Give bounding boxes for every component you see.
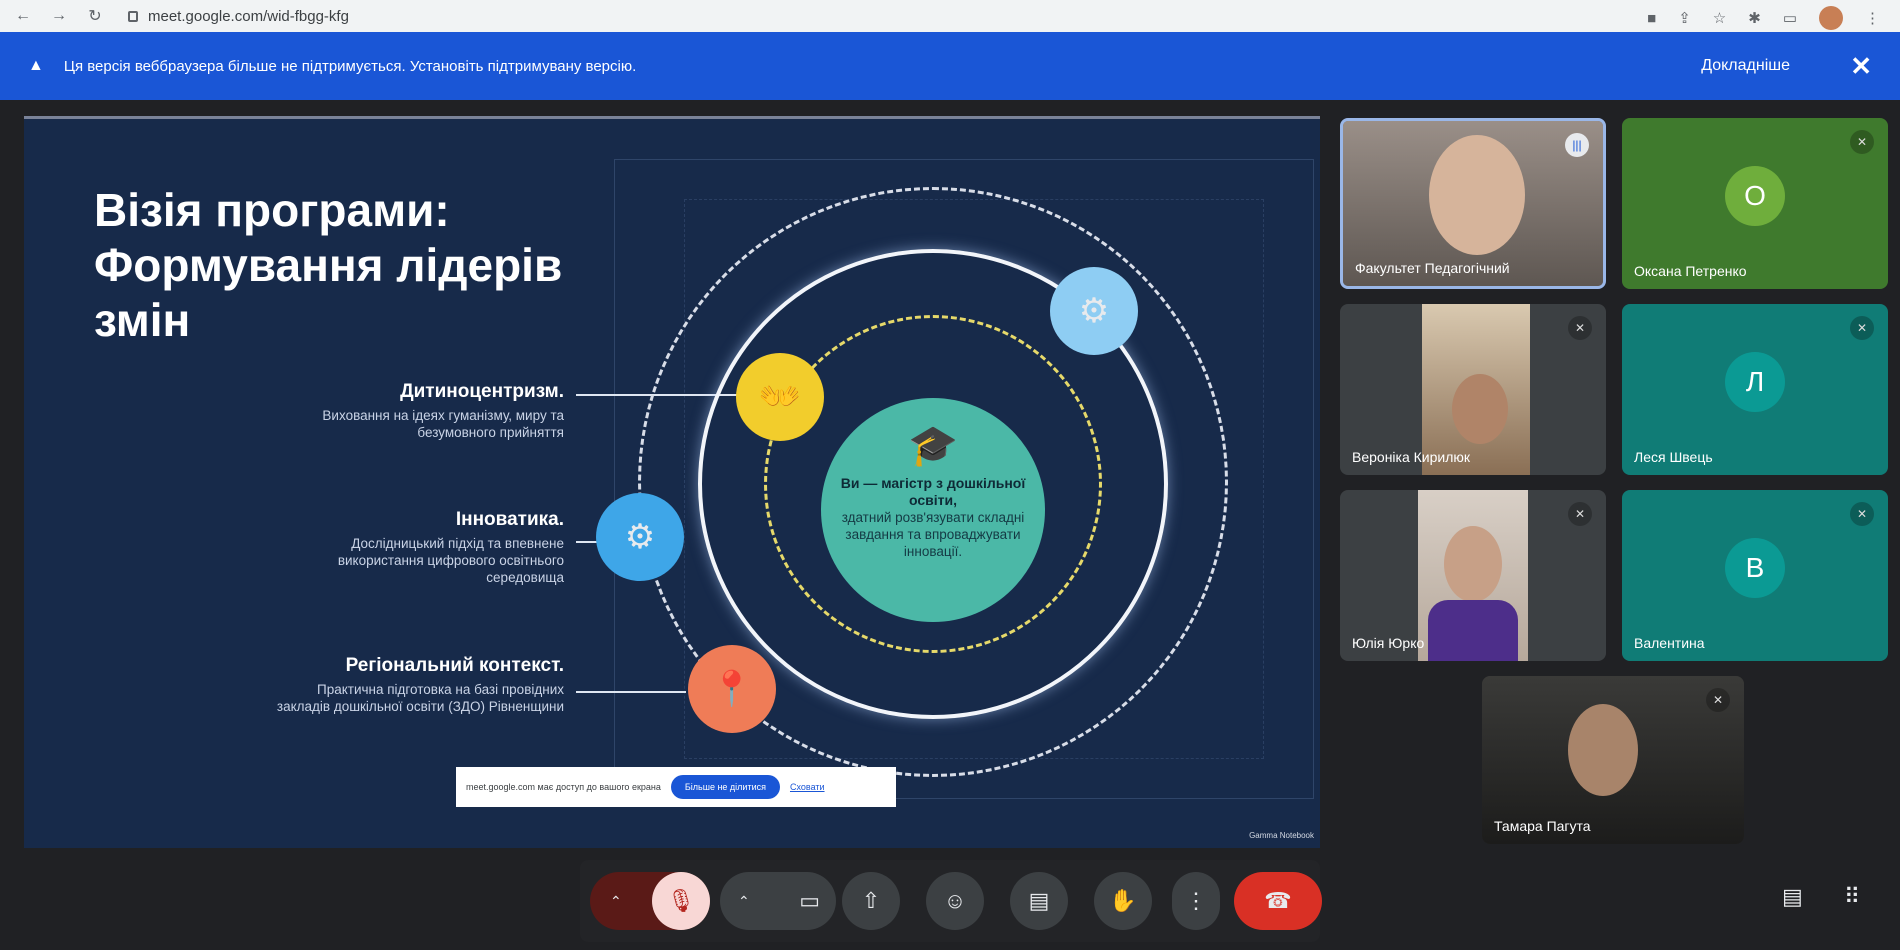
participant-name: Леся Швець	[1634, 449, 1713, 465]
emoji-icon: ☺	[943, 888, 967, 913]
hand-icon: ✋	[1109, 888, 1137, 913]
hang-up-icon: ☎	[1264, 888, 1292, 913]
captions-button[interactable]: ▤	[1010, 872, 1068, 930]
present-icon: ⇧	[861, 888, 881, 913]
center-bold-text: Ви — магістр з дошкільної освіти,	[840, 475, 1026, 508]
participant-tile[interactable]: ✕ Л Леся Швець	[1622, 304, 1888, 475]
profile-avatar[interactable]	[1819, 6, 1843, 30]
hands-heart-icon: 👐	[736, 353, 824, 441]
participant-face	[1452, 374, 1508, 444]
close-icon[interactable]: ✕	[1850, 51, 1872, 82]
participant-name: Валентина	[1634, 635, 1705, 651]
reload-icon[interactable]: ↻	[86, 6, 104, 26]
participant-tile[interactable]: ✕ Тамара Пагута	[1482, 676, 1744, 844]
participant-tile[interactable]: ||| Факультет Педагогічний	[1340, 118, 1606, 289]
bullet-heading: Інноватика.	[455, 509, 564, 530]
participant-tile[interactable]: ✕ О Оксана Петренко	[1622, 118, 1888, 289]
chat-icon[interactable]: ▤	[1782, 884, 1803, 910]
participant-name: Вероніка Кирилюк	[1352, 449, 1471, 465]
presentation-slide: Візія програми: Формування лідерів змін …	[24, 116, 1320, 848]
hide-link[interactable]: Сховати	[790, 782, 825, 792]
participant-name: Юлія Юрко	[1352, 635, 1425, 651]
participant-name: Оксана Петренко	[1634, 263, 1747, 279]
warning-icon: ▲	[28, 57, 44, 74]
raise-hand-button[interactable]: ✋	[1094, 872, 1152, 930]
share-icon[interactable]: ⇪	[1678, 9, 1691, 27]
sidepanel-icon[interactable]: ▭	[1783, 9, 1797, 27]
camera-indicator-icon[interactable]: ■	[1647, 10, 1656, 27]
watermark: Gamma Notebook	[1249, 831, 1314, 840]
camera-icon[interactable]: ▭	[799, 888, 820, 914]
bullet-heading: Дитиноцентризм.	[400, 381, 564, 402]
mic-controls: ⌃ 🎙	[590, 872, 710, 930]
participant-face	[1429, 135, 1525, 255]
lock-icon	[128, 10, 138, 22]
mic-off-icon: ✕	[1850, 130, 1874, 154]
menu-kebab-icon[interactable]: ⋮	[1865, 9, 1880, 27]
participant-initial: В	[1725, 537, 1785, 598]
gear-magnifier-icon: ⚙	[596, 493, 684, 581]
address-bar[interactable]: meet.google.com/wid-fbgg-kfg	[128, 8, 349, 25]
speaking-icon: |||	[1565, 133, 1589, 157]
chevron-up-icon[interactable]: ⌃	[610, 893, 622, 910]
unsupported-browser-banner: ▲ Ця версія веббраузера більше не підтри…	[0, 32, 1900, 100]
mic-off-icon: ✕	[1850, 316, 1874, 340]
more-vert-icon: ⋮	[1185, 888, 1207, 913]
reactions-button[interactable]: ☺	[926, 872, 984, 930]
chevron-up-icon[interactable]: ⌃	[738, 893, 750, 910]
participant-face	[1568, 704, 1638, 796]
participant-name: Тамара Пагута	[1494, 818, 1591, 834]
bullet-text: Практична підготовка на базі провідних з…	[276, 682, 564, 714]
bullet-child-centrism: Дитиноцентризм. Виховання на ідеях гуман…	[264, 381, 564, 441]
bullet-heading: Регіональний контекст.	[345, 655, 564, 676]
participant-tile[interactable]: ✕ Вероніка Кирилюк	[1340, 304, 1606, 475]
map-pin-icon: 📍	[688, 645, 776, 733]
center-text: здатний розв'язувати складні завдання та…	[841, 510, 1025, 559]
activities-grid-icon[interactable]: ⠿	[1844, 884, 1860, 910]
connector-line	[576, 691, 686, 693]
mic-off-icon: ✕	[1568, 316, 1592, 340]
bullet-text: Дослідницький підхід та впевнене викорис…	[337, 536, 564, 585]
back-icon[interactable]: ←	[14, 7, 32, 25]
participant-tile[interactable]: ✕ Юлія Юрко	[1340, 490, 1606, 661]
banner-text: Ця версія веббраузера більше не підтриму…	[63, 57, 637, 75]
extensions-icon[interactable]: ✱	[1748, 9, 1761, 27]
present-screen-button[interactable]: ⇧	[842, 872, 900, 930]
center-circle: 🎓 Ви — магістр з дошкільної освіти, здат…	[821, 398, 1045, 622]
mic-off-icon: ✕	[1706, 688, 1730, 712]
browser-toolbar: ← → ↻ meet.google.com/wid-fbgg-kfg ■ ⇪ ☆…	[0, 0, 1900, 32]
leave-call-button[interactable]: ☎	[1234, 872, 1322, 930]
mic-off-icon[interactable]: 🎙	[652, 872, 710, 930]
participant-shirt	[1428, 600, 1518, 661]
camera-controls: ⌃ ▭	[720, 872, 836, 930]
url-text: meet.google.com/wid-fbgg-kfg	[148, 7, 349, 25]
more-options-button[interactable]: ⋮	[1172, 872, 1220, 930]
participant-tile[interactable]: ✕ В Валентина	[1622, 490, 1888, 661]
stop-sharing-button[interactable]: Більше не ділитися	[670, 775, 780, 799]
forward-icon[interactable]: →	[50, 7, 68, 25]
screen-share-popup: meet.google.com має доступ до вашого екр…	[456, 767, 896, 807]
bullet-regional-context: Регіональний контекст. Практична підгото…	[264, 655, 564, 715]
gear-search-icon: ⚙	[1050, 267, 1138, 355]
participant-face	[1444, 526, 1502, 602]
participant-name: Факультет Педагогічний	[1355, 260, 1510, 276]
captions-icon: ▤	[1028, 888, 1050, 913]
popup-text: meet.google.com має доступ до вашого екр…	[466, 782, 661, 792]
slide-title: Візія програми: Формування лідерів змін	[94, 184, 563, 346]
bookmark-star-icon[interactable]: ☆	[1713, 9, 1726, 27]
graduate-icon: 🎓	[908, 424, 958, 468]
bullet-text: Виховання на ідеях гуманізму, миру та бе…	[322, 408, 564, 440]
mic-off-icon: ✕	[1850, 502, 1874, 526]
mic-off-icon: ✕	[1568, 502, 1592, 526]
learn-more-link[interactable]: Докладніше	[1701, 57, 1790, 75]
bullet-innovation: Інноватика. Дослідницький підхід та впев…	[264, 509, 564, 586]
participant-initial: Л	[1725, 351, 1785, 412]
participant-initial: О	[1725, 165, 1785, 226]
